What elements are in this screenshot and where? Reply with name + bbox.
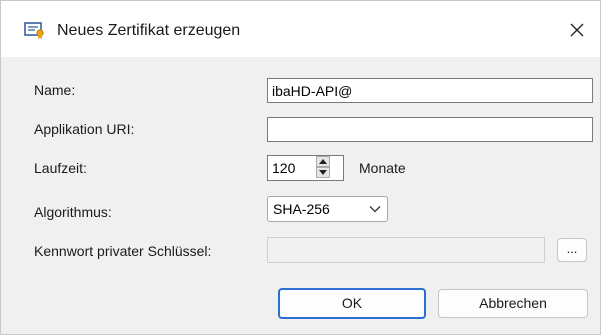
spin-up-icon <box>319 159 327 164</box>
duration-input[interactable] <box>267 155 344 181</box>
duration-stepper[interactable] <box>267 155 344 181</box>
close-icon <box>570 23 584 37</box>
algorithm-value: SHA-256 <box>273 201 330 217</box>
spin-down-button[interactable] <box>316 167 330 178</box>
ok-button[interactable]: OK <box>278 288 426 319</box>
dialog-title: Neues Zertifikat erzeugen <box>57 22 241 39</box>
password-label: Kennwort privater Schlüssel: <box>34 243 212 259</box>
duration-unit: Monate <box>359 160 406 176</box>
name-label: Name: <box>34 82 76 98</box>
dialog-body: Name: Applikation URI: Laufzeit: Monate … <box>1 57 600 334</box>
app-uri-input[interactable] <box>267 117 593 142</box>
close-button[interactable] <box>562 15 592 45</box>
algorithm-select[interactable]: SHA-256 <box>267 196 388 222</box>
title-bar: Neues Zertifikat erzeugen <box>1 1 600 57</box>
certificate-dialog: Neues Zertifikat erzeugen Name: Applikat… <box>0 0 601 335</box>
chevron-down-icon <box>369 206 381 213</box>
spin-down-icon <box>319 170 327 175</box>
name-input[interactable] <box>267 78 593 103</box>
certificate-icon <box>24 21 46 39</box>
algorithm-label: Algorithmus: <box>34 204 112 220</box>
spin-up-button[interactable] <box>316 156 330 167</box>
app-uri-label: Applikation URI: <box>34 121 135 137</box>
cancel-button[interactable]: Abbrechen <box>438 289 588 318</box>
browse-button[interactable]: ... <box>557 238 587 262</box>
password-input[interactable] <box>267 237 545 263</box>
duration-label: Laufzeit: <box>34 160 87 176</box>
